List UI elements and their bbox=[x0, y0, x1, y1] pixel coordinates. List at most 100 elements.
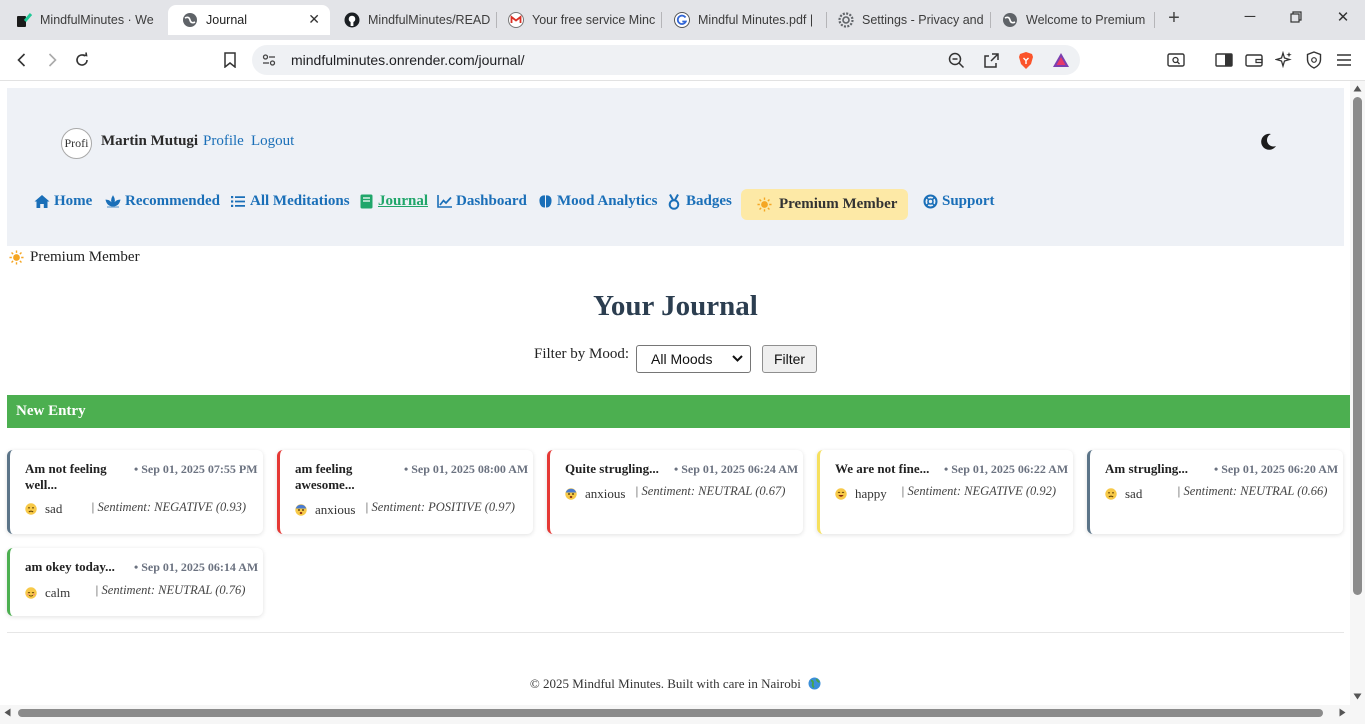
maximize-button[interactable] bbox=[1284, 8, 1308, 27]
filter-button[interactable]: Filter bbox=[762, 345, 817, 373]
share-icon[interactable] bbox=[983, 52, 1000, 74]
journal-entry-card[interactable]: am okey today... • Sep 01, 2025 06:14 AM… bbox=[7, 548, 263, 616]
nav-recommended[interactable]: Recommended bbox=[105, 193, 220, 210]
anxious-face-icon bbox=[565, 488, 577, 500]
tab-welcome-premium[interactable]: Welcome to Premium bbox=[988, 5, 1154, 35]
forward-button[interactable] bbox=[40, 49, 64, 71]
entry-mood: anxious bbox=[295, 502, 355, 518]
list-icon bbox=[230, 194, 246, 210]
site-info-icon[interactable] bbox=[261, 52, 277, 73]
footer-divider bbox=[7, 632, 1344, 633]
close-window-button[interactable]: ✕ bbox=[1331, 8, 1355, 26]
profile-avatar[interactable]: Profi bbox=[61, 128, 92, 159]
gmail-icon bbox=[508, 12, 524, 28]
scroll-down-arrow-icon[interactable] bbox=[1353, 693, 1362, 700]
brain-icon bbox=[537, 194, 553, 210]
gear-icon bbox=[838, 12, 854, 28]
tab-settings-privacy[interactable]: Settings - Privacy and bbox=[824, 5, 990, 35]
browser-tab-bar: MindfulMinutes · We Journal ✕ MindfulMin… bbox=[0, 0, 1365, 40]
nav-dashboard[interactable]: Dashboard bbox=[436, 193, 527, 210]
entry-title: am feeling awesome... bbox=[295, 461, 355, 492]
tab-mindfulminutes[interactable]: MindfulMinutes · We bbox=[2, 5, 166, 35]
journal-entry-card[interactable]: am feeling awesome... • Sep 01, 2025 08:… bbox=[277, 450, 533, 534]
journal-entry-card[interactable]: Am strugling... • Sep 01, 2025 06:20 AM … bbox=[1087, 450, 1343, 534]
tab-search-icon[interactable] bbox=[1164, 49, 1188, 71]
entry-title: Am not feeling well... bbox=[25, 461, 107, 492]
user-name: Martin Mutugi bbox=[101, 133, 199, 149]
logout-link[interactable]: Logout bbox=[251, 133, 294, 150]
sad-face-icon bbox=[25, 503, 37, 515]
dark-mode-toggle[interactable] bbox=[1258, 132, 1278, 152]
entry-mood: happy bbox=[835, 486, 887, 502]
menu-icon[interactable] bbox=[1332, 49, 1356, 71]
nav-support[interactable]: Support bbox=[922, 193, 995, 210]
horizontal-scrollbar[interactable] bbox=[0, 705, 1365, 724]
github-icon bbox=[344, 12, 360, 28]
mood-filter-select[interactable]: All Moods bbox=[636, 345, 751, 373]
nav-badges[interactable]: Badges bbox=[666, 193, 732, 210]
entry-mood: sad bbox=[1105, 486, 1142, 502]
entry-sentiment: | Sentiment: POSITIVE (0.97) bbox=[365, 500, 515, 514]
nav-premium-member[interactable]: Premium Member bbox=[741, 189, 908, 220]
horizontal-scrollbar-thumb[interactable] bbox=[18, 709, 1323, 717]
home-icon bbox=[34, 194, 50, 210]
scroll-left-arrow-icon[interactable] bbox=[4, 708, 11, 717]
entry-title: We are not fine... bbox=[835, 461, 930, 476]
mindful-favicon-icon bbox=[16, 12, 32, 28]
nav-all-meditations[interactable]: All Meditations bbox=[230, 193, 350, 210]
nav-mood-analytics[interactable]: Mood Analytics bbox=[537, 193, 657, 210]
journal-entry-card[interactable]: Quite strugling... • Sep 01, 2025 06:24 … bbox=[547, 450, 803, 534]
calm-face-icon bbox=[25, 587, 37, 599]
journal-entry-card[interactable]: We are not fine... • Sep 01, 2025 06:22 … bbox=[817, 450, 1073, 534]
sidebar-icon[interactable] bbox=[1212, 49, 1236, 71]
tab-github[interactable]: MindfulMinutes/READ bbox=[330, 5, 494, 35]
entry-date: • Sep 01, 2025 06:24 AM bbox=[674, 462, 799, 476]
entry-mood: sad bbox=[25, 501, 62, 517]
entry-sentiment: | Sentiment: NEUTRAL (0.67) bbox=[635, 484, 786, 498]
globe-icon bbox=[1002, 12, 1018, 28]
scroll-right-arrow-icon[interactable] bbox=[1339, 708, 1346, 717]
happy-face-icon bbox=[835, 488, 847, 500]
tab-gmail[interactable]: Your free service Minc bbox=[494, 5, 660, 35]
profile-link[interactable]: Profile bbox=[203, 133, 244, 150]
entry-sentiment: | Sentiment: NEUTRAL (0.76) bbox=[95, 583, 246, 597]
nav-journal[interactable]: Journal bbox=[358, 193, 428, 210]
address-bar[interactable]: mindfulminutes.onrender.com/journal/ bbox=[252, 45, 1080, 75]
bookmark-icon[interactable] bbox=[218, 49, 242, 71]
new-tab-button[interactable]: + bbox=[1164, 8, 1184, 28]
vertical-scrollbar-thumb[interactable] bbox=[1353, 97, 1362, 595]
entry-sentiment: | Sentiment: NEUTRAL (0.66) bbox=[1177, 484, 1328, 498]
lifebuoy-icon bbox=[922, 194, 938, 210]
journal-entry-card[interactable]: Am not feeling well... • Sep 01, 2025 07… bbox=[7, 450, 263, 534]
leo-ai-icon[interactable] bbox=[1272, 49, 1296, 71]
entry-title: Quite strugling... bbox=[565, 461, 659, 476]
wallet-icon[interactable] bbox=[1242, 49, 1266, 71]
vpn-shield-icon[interactable] bbox=[1302, 49, 1326, 71]
new-entry-button[interactable]: New Entry bbox=[7, 395, 1351, 428]
scroll-up-arrow-icon[interactable] bbox=[1353, 85, 1362, 92]
reload-button[interactable] bbox=[70, 49, 94, 71]
entry-sentiment: | Sentiment: NEGATIVE (0.92) bbox=[901, 484, 1057, 498]
nav-home[interactable]: Home bbox=[34, 193, 92, 210]
entry-title: am okey today... bbox=[25, 559, 115, 574]
book-icon bbox=[358, 194, 374, 210]
sad-face-icon bbox=[1105, 488, 1117, 500]
medal-icon bbox=[666, 193, 682, 210]
minimize-button[interactable]: ─ bbox=[1238, 8, 1262, 25]
brave-rewards-icon[interactable] bbox=[1052, 52, 1070, 73]
globe-icon bbox=[182, 12, 198, 28]
tab-drive-pdf[interactable]: Mindful Minutes.pdf | bbox=[660, 5, 826, 35]
entry-date: • Sep 01, 2025 06:14 AM bbox=[134, 560, 259, 574]
tab-journal[interactable]: Journal ✕ bbox=[168, 5, 330, 35]
entry-title: Am strugling... bbox=[1105, 461, 1189, 476]
filter-label: Filter by Mood: bbox=[534, 346, 630, 362]
back-button[interactable] bbox=[10, 49, 34, 71]
brave-shields-icon[interactable] bbox=[1017, 51, 1035, 75]
entry-mood: calm bbox=[25, 585, 70, 601]
tab-separator bbox=[1154, 12, 1155, 28]
close-tab-icon[interactable]: ✕ bbox=[308, 11, 320, 28]
vertical-scrollbar[interactable] bbox=[1350, 81, 1365, 705]
sun-icon bbox=[757, 197, 772, 212]
zoom-out-icon[interactable] bbox=[948, 52, 965, 74]
page-title: Your Journal bbox=[593, 290, 758, 322]
